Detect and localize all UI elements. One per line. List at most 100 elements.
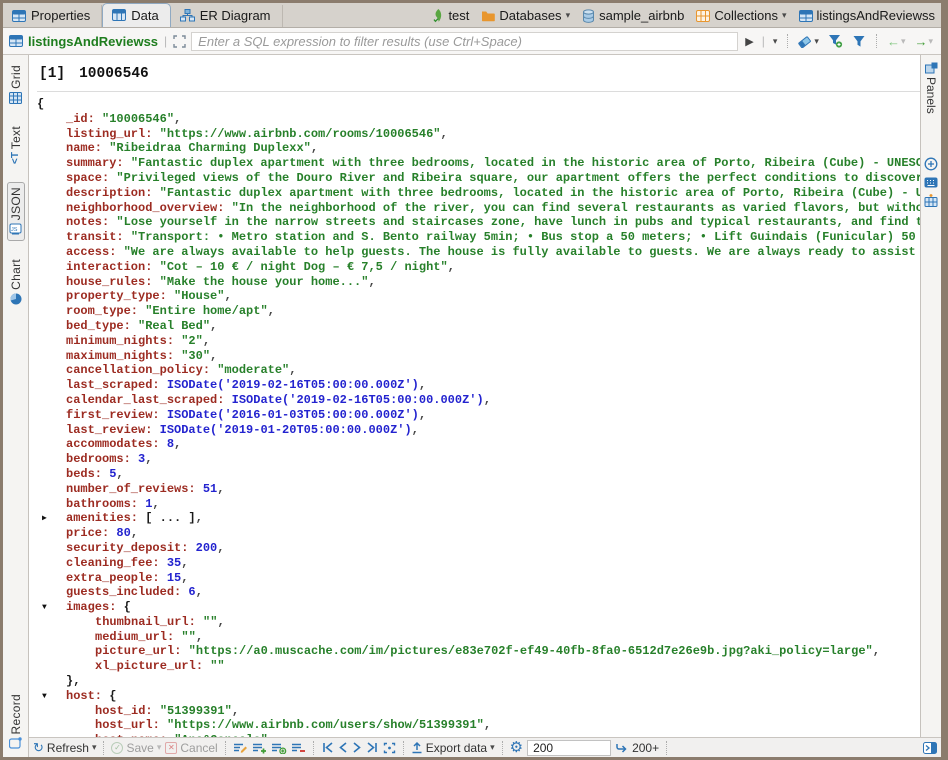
json-key: images: [66,600,124,614]
collections-icon [696,10,710,22]
json-value: "" [203,615,217,629]
json-value: 8 [167,437,174,451]
edit-value-button[interactable] [233,742,248,754]
erase-filter-button[interactable]: ▾ [796,35,821,48]
fetch-next-page-button[interactable]: 200+ [615,741,659,755]
json-key: _id: [66,112,102,126]
json-line: beds: 5, [29,467,920,482]
json-value: "In the neighborhood of the river, you c… [232,201,920,215]
refresh-icon: ↻ [33,741,44,754]
tab-json-label: JSON [9,187,23,220]
record-index: [1] [39,66,65,82]
json-comma: , [311,141,318,155]
tab-properties[interactable]: Properties [3,5,102,27]
save-check-icon: ✓ [111,742,123,754]
tab-chart[interactable]: Chart [8,255,24,309]
breadcrumb-databases[interactable]: Databases ▾ [481,8,570,23]
cancel-button[interactable]: ✕ Cancel [165,741,217,755]
value-panel-icon[interactable] [924,157,938,171]
json-key: extra_people: [66,571,167,585]
json-key: cleaning_fee: [66,556,167,570]
json-line: host_name: "Ana&Gonçalo", [29,733,920,737]
tab-text[interactable]: Text <T [8,122,24,168]
json-value: ISODate('2019-02-16T05:00:00.000Z') [232,393,484,407]
table-icon [9,35,23,47]
json-key: bedrooms: [66,452,138,466]
divider [313,741,314,755]
json-comma: , [484,393,491,407]
json-comma: , [217,541,224,555]
json-comma: , [210,349,217,363]
json-line: xl_picture_url: "" [29,659,920,674]
json-document[interactable]: {_id: "10006546",listing_url: "https://w… [29,95,920,737]
breadcrumb-connection[interactable]: test [433,8,469,23]
tab-record[interactable]: Record [8,690,24,753]
json-key: thumbnail_url: [95,615,203,629]
editor-tab-bar: Properties Data ER Diagram test Database… [3,3,941,28]
collapsed-arrow-icon[interactable]: ▶ [42,512,47,527]
tab-panels[interactable]: Panels [924,59,938,117]
header-divider [37,91,920,92]
apply-filter-button[interactable]: ▶ [743,35,755,48]
chevron-down-icon[interactable]: ▾ [566,10,571,21]
json-line: extra_people: 15, [29,571,920,586]
breadcrumb-collections[interactable]: Collections ▾ [696,8,786,23]
refresh-button[interactable]: ↻ Refresh ▾ [33,741,96,755]
duplicate-row-button[interactable] [271,742,287,754]
first-row-button[interactable] [321,742,334,753]
tab-er-diagram[interactable]: ER Diagram [171,5,283,27]
expand-filter-icon[interactable] [173,35,186,48]
go-to-row-button[interactable] [383,742,396,754]
json-value: "Lose yourself in the narrow streets and… [116,215,920,229]
filter-history-dropdown[interactable]: ▾ [771,36,780,47]
filter-settings-button[interactable] [850,35,868,48]
json-line: name: "Ribeidraa Charming Duplexx", [29,141,920,156]
json-comma: , [873,644,880,658]
fetch-settings-gear-icon[interactable]: ⚙ [510,740,523,755]
breadcrumb-database[interactable]: sample_airbnb [582,8,684,23]
expanded-arrow-icon[interactable]: ▼ [42,690,47,705]
json-value: "Real Bed" [138,319,210,333]
chart-pie-icon [10,293,22,305]
save-button[interactable]: ✓ Save ▾ [111,741,161,755]
fetch-size-input[interactable] [527,740,611,756]
grouping-panel-icon[interactable] [924,194,938,207]
separator: | [762,34,765,48]
calc-panel-icon[interactable] [924,177,938,188]
tab-json[interactable]: JSON JS [7,182,25,241]
data-grid-icon [112,9,126,21]
record-id: 10006546 [79,66,149,82]
toggle-panel-button[interactable] [923,742,937,754]
json-line: summary: "Fantastic duplex apartment wit… [29,156,920,171]
json-key: picture_url: [95,644,189,658]
chevron-down-icon[interactable]: ▾ [782,10,787,21]
nav-forward-button[interactable]: →▾ [912,34,935,49]
record-mode-icon [9,737,22,749]
json-key: listing_url: [66,127,160,141]
json-line: bathrooms: 1, [29,497,920,512]
tab-grid[interactable]: Grid [8,61,24,108]
json-comma: , [224,289,231,303]
add-filter-button[interactable] [826,34,845,48]
json-key: beds: [66,467,109,481]
breadcrumb-connection-label: test [448,8,469,23]
json-line: ▼images: { [29,600,920,615]
next-row-button[interactable] [352,742,362,753]
nav-back-button[interactable]: ←▾ [885,34,908,49]
add-row-button[interactable] [252,742,267,754]
previous-row-button[interactable] [338,742,348,753]
divider [666,741,667,755]
json-key: number_of_reviews: [66,482,203,496]
expanded-arrow-icon[interactable]: ▼ [42,601,47,616]
json-value: [ ... ] [145,511,195,525]
last-row-button[interactable] [366,742,379,753]
tab-data[interactable]: Data [102,3,170,27]
json-record-view: [1]10006546 {_id: "10006546",listing_url… [29,55,920,737]
sql-filter-input[interactable] [191,32,738,51]
delete-row-button[interactable] [291,742,306,754]
json-line: last_review: ISODate('2019-01-20T05:00:0… [29,423,920,438]
json-line: }, [29,674,920,689]
json-key: space: [66,171,116,185]
export-data-button[interactable]: Export data ▾ [411,741,495,755]
breadcrumb-collection[interactable]: listingsAndReviewss [799,8,936,23]
